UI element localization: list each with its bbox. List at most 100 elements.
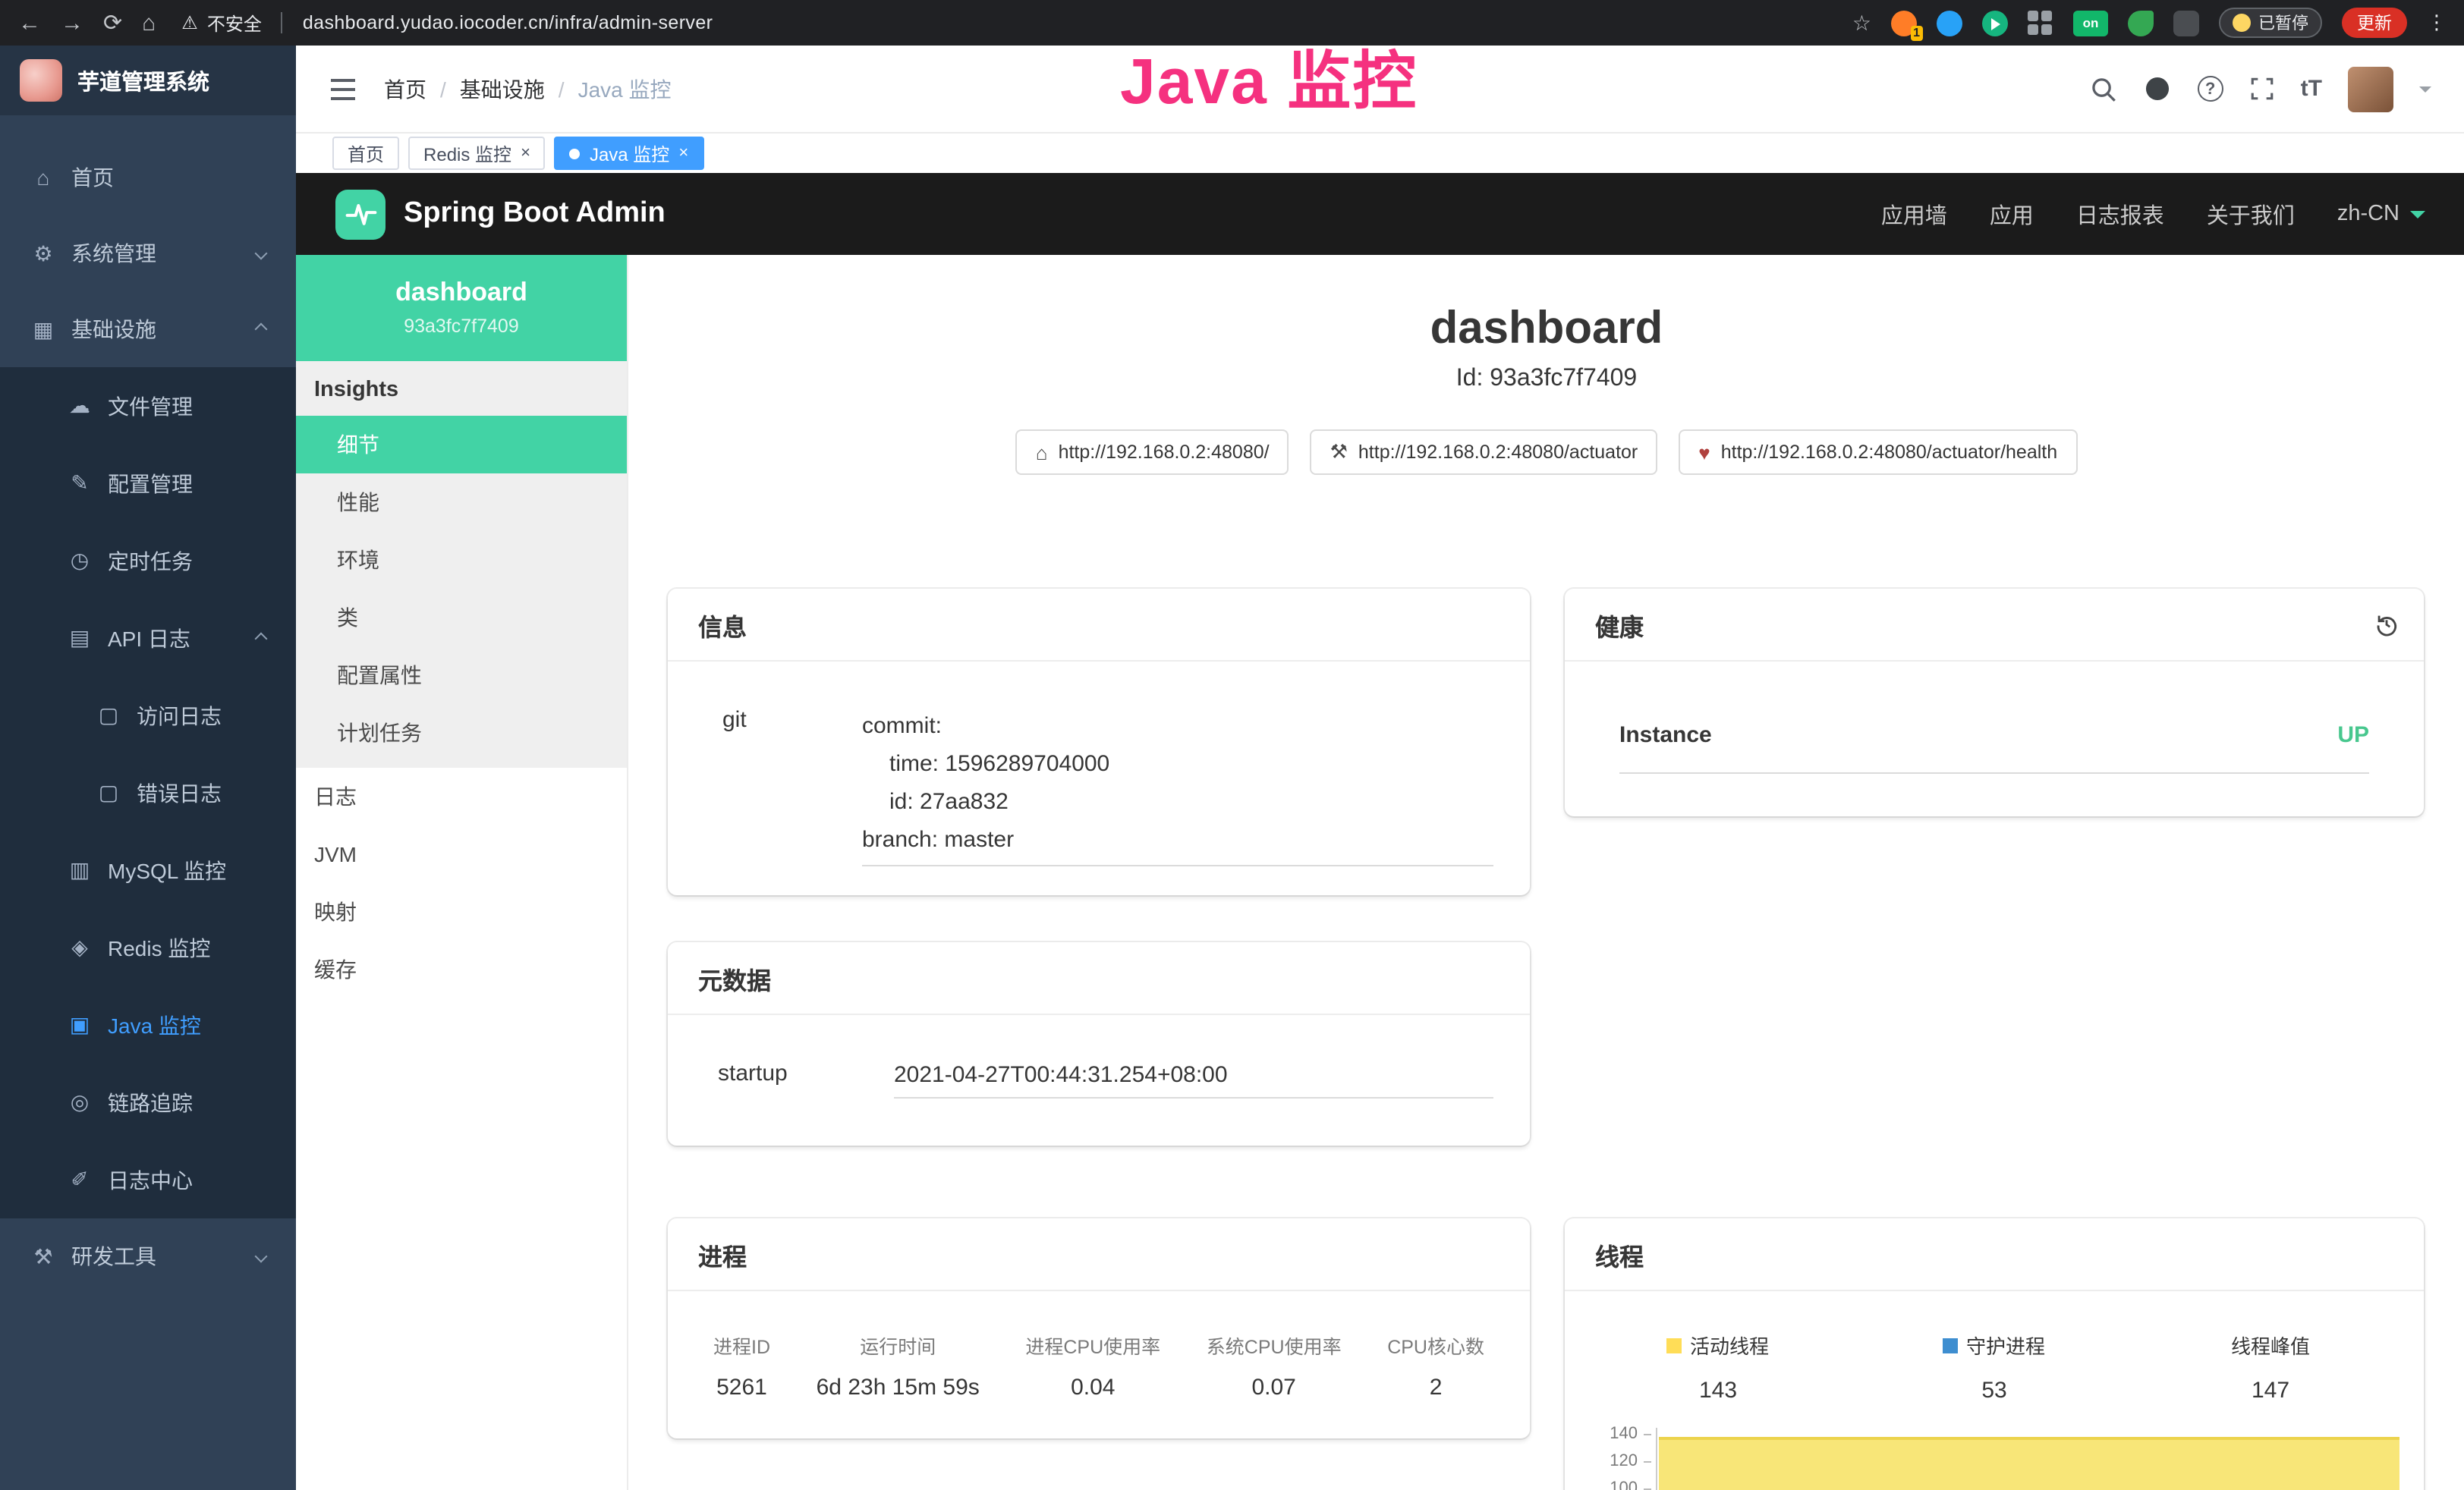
- sidebar-item-mysql-monitor[interactable]: ▥ MySQL 监控: [0, 831, 296, 909]
- home-icon[interactable]: ⌂: [142, 11, 156, 34]
- cloud-icon: ☁: [67, 393, 93, 419]
- app-logo[interactable]: 芋道管理系统: [0, 46, 296, 115]
- sidebar-item-error-logs[interactable]: ▢ 错误日志: [0, 754, 296, 831]
- legend-daemon-threads: 守护进程 53: [1856, 1331, 2132, 1404]
- sba-nav-wall[interactable]: 应用墙: [1881, 198, 1947, 230]
- chevron-down-icon[interactable]: [2419, 86, 2431, 99]
- threads-card-title: 线程: [1565, 1218, 2424, 1291]
- sba-logo-icon[interactable]: [335, 189, 385, 239]
- close-icon[interactable]: ×: [521, 145, 530, 162]
- sidebar-item-file-mgmt[interactable]: ☁ 文件管理: [0, 367, 296, 445]
- extensions-grid-icon[interactable]: [2028, 10, 2053, 36]
- font-size-icon[interactable]: tT: [2301, 76, 2322, 102]
- breadcrumb-infrastructure[interactable]: 基础设施: [460, 74, 545, 104]
- timer-icon: ◷: [67, 548, 93, 574]
- col-header: 进程ID: [713, 1331, 770, 1360]
- sba-item-classes[interactable]: 类: [296, 589, 627, 646]
- process-col-pid: 进程ID 5261: [713, 1331, 770, 1400]
- sba-item-details[interactable]: 细节: [296, 416, 627, 473]
- help-icon[interactable]: ?: [2198, 76, 2223, 102]
- fullscreen-icon[interactable]: [2249, 76, 2275, 102]
- tab-label: Redis 监控: [423, 140, 511, 166]
- col-header: 运行时间: [817, 1331, 980, 1360]
- address-bar-url[interactable]: dashboard.yudao.iocoder.cn/infra/admin-s…: [303, 12, 713, 33]
- extension-icon-blue[interactable]: [1937, 10, 1962, 36]
- sidebar-item-java-monitor[interactable]: ▣ Java 监控: [0, 986, 296, 1064]
- service-url: http://192.168.0.2:48080/: [1059, 442, 1270, 463]
- extension-icon-on[interactable]: on: [2073, 10, 2108, 36]
- extension-icon-dark[interactable]: [2173, 10, 2199, 36]
- sba-item-performance[interactable]: 性能: [296, 473, 627, 531]
- actuator-url-button[interactable]: ⚒ http://192.168.0.2:48080/actuator: [1311, 429, 1658, 475]
- grid-icon: ▦: [30, 316, 56, 342]
- sidebar-item-label: Java 监控: [108, 1010, 201, 1040]
- extension-icon-green[interactable]: [1982, 10, 2008, 36]
- sba-item-jvm[interactable]: JVM: [296, 825, 627, 883]
- sidebar-item-api-logs[interactable]: ▤ API 日志: [0, 599, 296, 677]
- col-header: 进程CPU使用率: [1025, 1331, 1160, 1360]
- health-url-button[interactable]: ♥ http://192.168.0.2:48080/actuator/heal…: [1679, 429, 2077, 475]
- sidebar-item-dev-tools[interactable]: ⚒ 研发工具: [0, 1218, 296, 1294]
- sba-item-environment[interactable]: 环境: [296, 531, 627, 589]
- github-icon[interactable]: [2143, 74, 2172, 103]
- git-branch: branch: master: [862, 821, 1493, 859]
- sidebar-item-label: 研发工具: [71, 1241, 156, 1272]
- breadcrumb-current: Java 监控: [578, 74, 672, 104]
- chrome-update-button[interactable]: 更新: [2342, 8, 2407, 38]
- sidebar-item-access-logs[interactable]: ▢ 访问日志: [0, 677, 296, 754]
- service-url-button[interactable]: ⌂ http://192.168.0.2:48080/: [1016, 429, 1289, 475]
- extension-icon-orange[interactable]: 1: [1891, 10, 1917, 36]
- sidebar-item-redis-monitor[interactable]: ◈ Redis 监控: [0, 909, 296, 986]
- process-col-uptime: 运行时间 6d 23h 15m 59s: [817, 1331, 980, 1400]
- sba-item-mappings[interactable]: 映射: [296, 883, 627, 941]
- breadcrumb-home[interactable]: 首页: [384, 74, 426, 104]
- sba-item-config-props[interactable]: 配置属性: [296, 646, 627, 704]
- breadcrumb: 首页 / 基础设施 / Java 监控: [384, 74, 672, 104]
- profile-paused-chip[interactable]: 已暂停: [2219, 8, 2322, 38]
- locale-selector[interactable]: zh-CN: [2337, 202, 2425, 226]
- extension-icon-leaf[interactable]: [2128, 10, 2154, 36]
- metadata-row-value: 2021-04-27T00:44:31.254+08:00: [894, 1061, 1493, 1099]
- sidebar-item-label: 访问日志: [137, 700, 222, 731]
- tab-home[interactable]: 首页: [332, 137, 399, 170]
- app-title: 芋道管理系统: [77, 64, 209, 96]
- sba-nav-about[interactable]: 关于我们: [2207, 198, 2295, 230]
- threads-chart: 140 120 100: [1574, 1428, 2406, 1490]
- bookmark-star-icon[interactable]: ☆: [1852, 10, 1871, 36]
- avatar[interactable]: [2348, 66, 2393, 112]
- sba-item-scheduled-tasks[interactable]: 计划任务: [296, 704, 627, 762]
- chevron-up-icon: [255, 632, 268, 645]
- security-chip[interactable]: ⚠ 不安全: [181, 10, 262, 36]
- tab-redis-monitor[interactable]: Redis 监控 ×: [408, 137, 546, 170]
- sidebar-item-infrastructure[interactable]: ▦ 基础设施: [0, 291, 296, 367]
- sba-brand-title[interactable]: Spring Boot Admin: [404, 197, 666, 231]
- actuator-url: http://192.168.0.2:48080/actuator: [1358, 442, 1638, 463]
- sba-nav-journal[interactable]: 日志报表: [2076, 198, 2164, 230]
- sidebar-item-scheduled-jobs[interactable]: ◷ 定时任务: [0, 522, 296, 599]
- close-icon[interactable]: ×: [678, 145, 688, 162]
- hamburger-icon[interactable]: [329, 77, 357, 101]
- reload-icon[interactable]: ⟳: [103, 11, 122, 34]
- sidebar-item-home[interactable]: ⌂ 首页: [0, 140, 296, 215]
- sidebar-item-log-center[interactable]: ✐ 日志中心: [0, 1141, 296, 1218]
- sba-item-caches[interactable]: 缓存: [296, 941, 627, 998]
- tab-java-monitor[interactable]: Java 监控 ×: [555, 137, 703, 170]
- sidebar-item-tracing[interactable]: ◎ 链路追踪: [0, 1064, 296, 1141]
- history-icon[interactable]: [2374, 611, 2399, 637]
- browser-menu-icon[interactable]: ⋮: [2427, 11, 2447, 35]
- insights-group: Insights 细节 性能 环境 类 配置属性 计划任务: [296, 361, 627, 768]
- col-value: 5261: [713, 1375, 770, 1400]
- process-card-title: 进程: [668, 1218, 1530, 1291]
- sba-nav-applications[interactable]: 应用: [1990, 198, 2034, 230]
- search-icon[interactable]: [2090, 75, 2117, 102]
- sidebar-item-config-mgmt[interactable]: ✎ 配置管理: [0, 445, 296, 522]
- back-icon[interactable]: ←: [18, 11, 41, 34]
- forward-icon[interactable]: →: [61, 11, 83, 34]
- app-sidebar: 芋道管理系统 ⌂ 首页 ⚙ 系统管理 ▦ 基础设施 ☁: [0, 46, 296, 1490]
- sidebar-item-label: 链路追踪: [108, 1087, 193, 1118]
- sba-item-logs[interactable]: 日志: [296, 768, 627, 825]
- col-header: CPU核心数: [1387, 1331, 1484, 1360]
- sidebar-item-system-mgmt[interactable]: ⚙ 系统管理: [0, 215, 296, 291]
- header-actions: ? tT: [2090, 66, 2431, 112]
- gear-icon: ⚙: [30, 240, 56, 266]
